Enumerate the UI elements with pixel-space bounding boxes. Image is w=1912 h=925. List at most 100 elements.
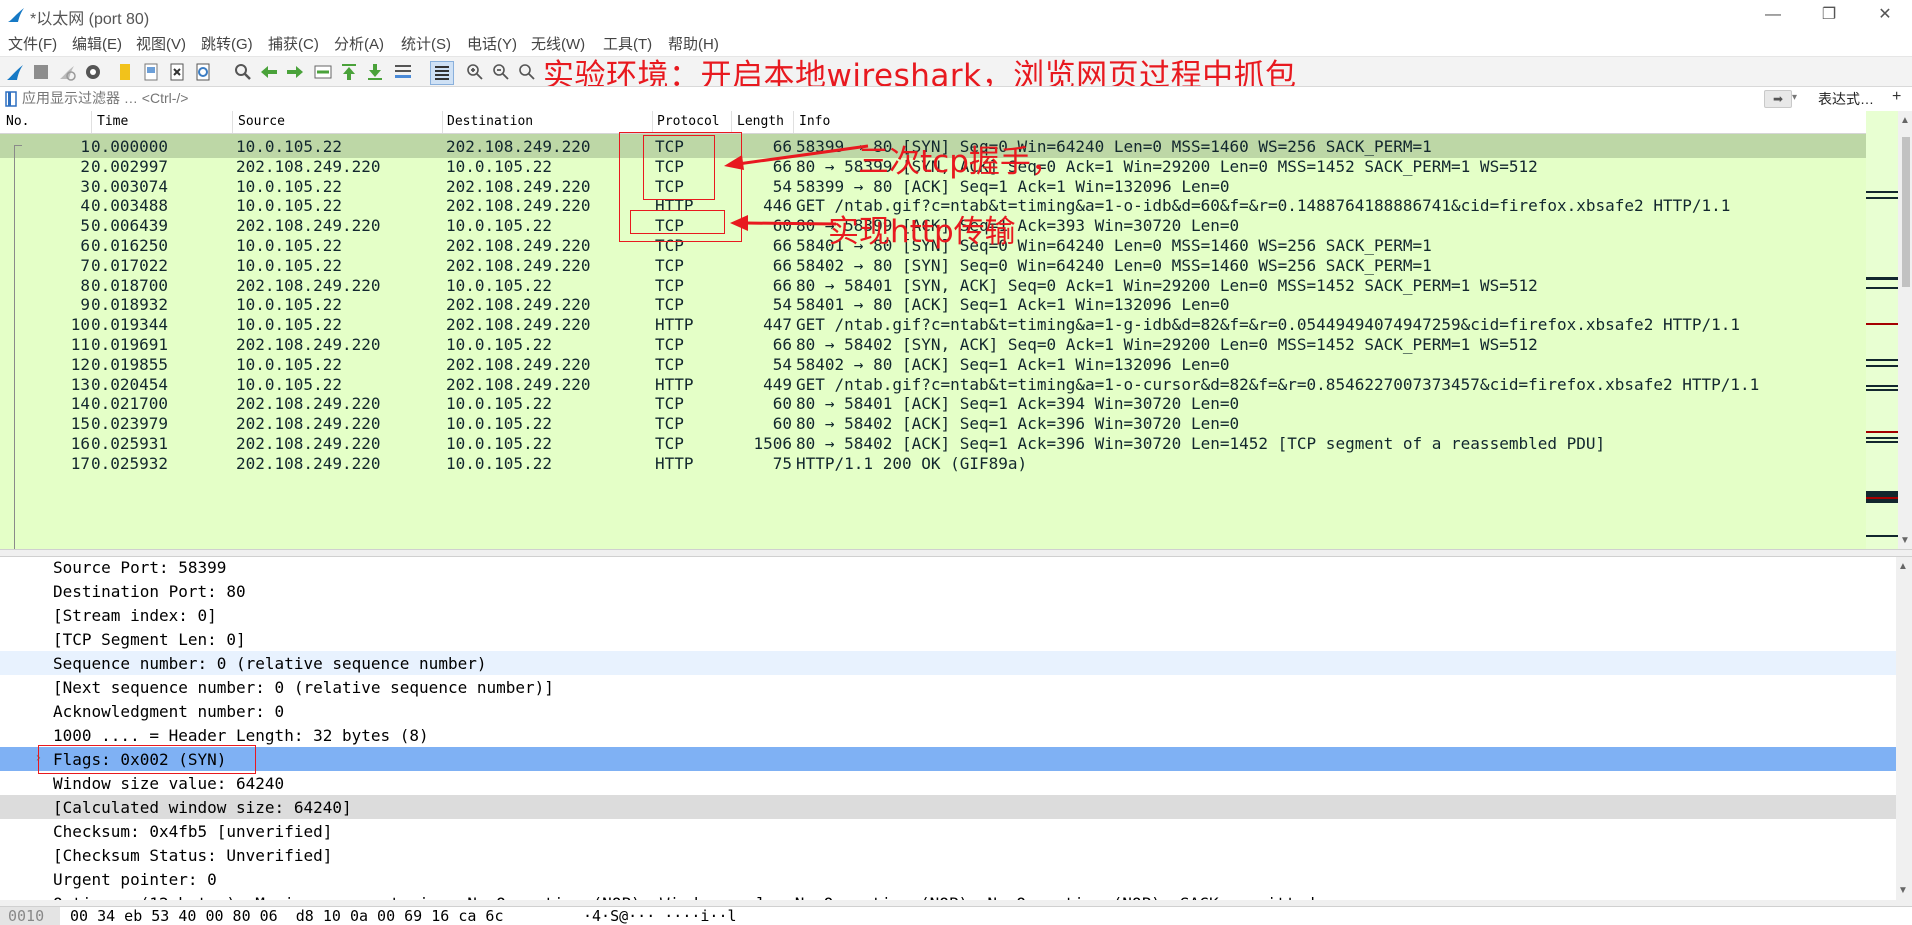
- menu-view[interactable]: 视图(V): [136, 33, 186, 54]
- menu-analyze[interactable]: 分析(A): [334, 33, 384, 54]
- col-source[interactable]: Source: [238, 114, 285, 129]
- detail-text: [Next sequence number: 0 (relative seque…: [53, 678, 554, 697]
- detail-text: Urgent pointer: 0: [53, 870, 217, 889]
- packet-list-scrollbar[interactable]: ▲ ▼: [1898, 111, 1912, 549]
- menu-edit[interactable]: 编辑(E): [72, 33, 122, 54]
- detail-row[interactable]: Checksum: 0x4fb5 [unverified]: [0, 819, 1896, 843]
- packet-time: 0.025932: [91, 453, 169, 473]
- go-first-packet-icon[interactable]: [338, 61, 360, 83]
- annotation-arrow-handshake: [724, 144, 869, 170]
- detail-text: Sequence number: 0 (relative sequence nu…: [53, 654, 487, 673]
- annotation-arrow-http: [730, 215, 837, 231]
- scroll-thumb[interactable]: [1902, 137, 1910, 287]
- go-to-packet-icon[interactable]: [312, 61, 334, 83]
- minimize-button[interactable]: —: [1750, 2, 1796, 28]
- menu-capture[interactable]: 捕获(C): [268, 33, 319, 54]
- go-back-icon[interactable]: [258, 61, 280, 83]
- detail-row[interactable]: Acknowledgment number: 0: [0, 699, 1896, 723]
- auto-scroll-icon[interactable]: [392, 61, 414, 83]
- detail-row[interactable]: Destination Port: 80: [0, 579, 1896, 603]
- detail-row[interactable]: [TCP Segment Len: 0]: [0, 627, 1896, 651]
- find-packet-icon[interactable]: [232, 61, 254, 83]
- filter-history-dropdown-icon[interactable]: ▾: [1792, 90, 1804, 106]
- bookmark-filter-icon[interactable]: [4, 91, 18, 107]
- detail-row[interactable]: Options: (12 bytes), Maximum segment siz…: [0, 891, 1896, 900]
- col-length[interactable]: Length: [737, 114, 784, 129]
- detail-text: Window size value: 64240: [53, 774, 285, 793]
- detail-row[interactable]: Source Port: 58399: [0, 557, 1896, 579]
- menu-go[interactable]: 跳转(G): [201, 33, 253, 54]
- open-folder-icon[interactable]: [114, 61, 136, 83]
- detail-row[interactable]: 1000 .... = Header Length: 32 bytes (8): [0, 723, 1896, 747]
- start-capture-fin-icon[interactable]: [4, 61, 26, 83]
- detail-row[interactable]: [Calculated window size: 64240]: [0, 795, 1896, 819]
- detail-text: [Calculated window size: 64240]: [53, 798, 352, 817]
- detail-row[interactable]: Sequence number: 0 (relative sequence nu…: [0, 651, 1896, 675]
- capture-options-gear-icon[interactable]: [82, 61, 104, 83]
- packet-minimap[interactable]: [1866, 111, 1898, 549]
- scroll-down-arrow-icon[interactable]: ▼: [1900, 535, 1910, 546]
- restore-button[interactable]: ❐: [1806, 2, 1852, 28]
- zoom-normal-icon[interactable]: [516, 61, 538, 83]
- bytes-ascii[interactable]: ·4·S@··· ····i··l: [583, 907, 737, 925]
- conversation-tree-line: [14, 145, 15, 549]
- scroll-up-arrow-icon[interactable]: ▲: [1900, 115, 1910, 126]
- detail-text: [TCP Segment Len: 0]: [53, 630, 246, 649]
- packet-bytes-pane: 0010 00 34 eb 53 40 00 80 06 d8 10 0a 00…: [0, 906, 1912, 925]
- expression-button[interactable]: 表达式…: [1818, 89, 1874, 109]
- details-scroll-up-icon[interactable]: ▲: [1898, 561, 1908, 572]
- col-destination[interactable]: Destination: [447, 114, 533, 129]
- window-title: *以太网 (port 80): [30, 11, 150, 28]
- detail-text: Destination Port: 80: [53, 582, 246, 601]
- detail-row[interactable]: [Checksum Status: Unverified]: [0, 843, 1896, 867]
- colorize-icon[interactable]: [430, 61, 454, 85]
- packet-source: 202.108.249.220: [236, 453, 381, 473]
- detail-text: [Checksum Status: Unverified]: [53, 846, 333, 865]
- display-filter-input[interactable]: [22, 88, 1762, 108]
- detail-text: Source Port: 58399: [53, 558, 227, 577]
- annotation-flags-box: [38, 745, 256, 774]
- packet-row[interactable]: 17 0.025932 202.108.249.220 10.0.105.22 HTTP…: [0, 451, 1866, 475]
- title-bar: *以太网 (port 80) — ❐ ✕: [0, 0, 1912, 30]
- packet-protocol: HTTP: [655, 453, 694, 473]
- annotation-handshake-text: 三次tcp握手，: [858, 144, 1062, 180]
- packet-info: HTTP/1.1 200 OK (GIF89a): [796, 453, 1028, 473]
- detail-row[interactable]: [Next sequence number: 0 (relative seque…: [0, 675, 1896, 699]
- packet-details-pane: Source Port: 58399 Destination Port: 80 [S…: [0, 557, 1896, 900]
- reload-file-icon[interactable]: [192, 61, 214, 83]
- col-info[interactable]: Info: [799, 114, 830, 129]
- apply-filter-arrow-icon[interactable]: ➡: [1764, 90, 1792, 108]
- detail-flags-row[interactable]: › Flags: 0x002 (SYN): [0, 747, 1896, 771]
- annotation-handshake-box: [643, 135, 715, 200]
- col-time[interactable]: Time: [97, 114, 128, 129]
- menu-statistics[interactable]: 统计(S): [401, 33, 451, 54]
- close-file-icon[interactable]: [166, 61, 188, 83]
- packet-length: 75: [772, 453, 792, 473]
- col-no[interactable]: No.: [6, 114, 29, 129]
- detail-row[interactable]: Window size value: 64240: [0, 771, 1896, 795]
- stop-capture-icon[interactable]: [30, 61, 52, 83]
- detail-text: Acknowledgment number: 0: [53, 702, 285, 721]
- zoom-in-icon[interactable]: [464, 61, 486, 83]
- wireshark-fin-icon: [8, 8, 24, 22]
- close-button[interactable]: ✕: [1862, 2, 1908, 28]
- zoom-out-icon[interactable]: [490, 61, 512, 83]
- go-last-packet-icon[interactable]: [364, 61, 386, 83]
- add-filter-button[interactable]: +: [1892, 88, 1901, 106]
- annotation-http-box: [630, 210, 725, 234]
- details-scrollbar[interactable]: ▲ ▼: [1896, 557, 1912, 900]
- detail-row[interactable]: Urgent pointer: 0: [0, 867, 1896, 891]
- menu-telephony[interactable]: 电话(Y): [467, 33, 517, 54]
- details-scroll-down-icon[interactable]: ▼: [1898, 885, 1908, 896]
- col-protocol[interactable]: Protocol: [657, 114, 720, 129]
- restart-capture-icon[interactable]: [56, 61, 78, 83]
- packet-list-header: No. Time Source Destination Protocol Len…: [0, 111, 1866, 134]
- save-file-icon[interactable]: [140, 61, 162, 83]
- packet-destination: 10.0.105.22: [446, 453, 552, 473]
- bytes-hex[interactable]: 00 34 eb 53 40 00 80 06 d8 10 0a 00 69 1…: [70, 907, 503, 925]
- go-forward-icon[interactable]: [284, 61, 306, 83]
- menu-file[interactable]: 文件(F): [8, 33, 57, 54]
- detail-row[interactable]: [Stream index: 0]: [0, 603, 1896, 627]
- bytes-offset: 0010: [0, 907, 60, 925]
- pane-splitter[interactable]: [0, 549, 1912, 557]
